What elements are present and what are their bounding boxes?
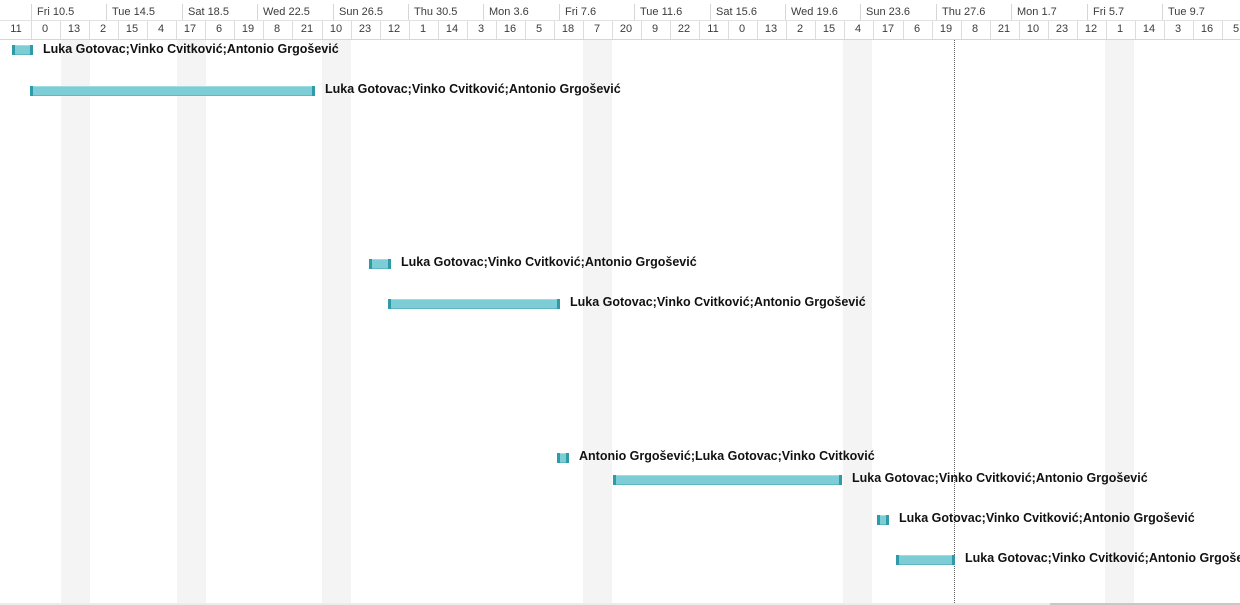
weekend-shading: [843, 40, 872, 605]
hour-tick-label: 16: [503, 23, 517, 35]
weekend-shading: [583, 40, 612, 605]
weekend-shading: [61, 40, 90, 605]
hour-tick-label: 1: [1116, 23, 1124, 35]
hour-tick-label: 17: [881, 23, 895, 35]
task-bar[interactable]: [12, 45, 33, 55]
hour-tick-label: 3: [477, 23, 485, 35]
hour-tick-label: 19: [241, 23, 255, 35]
week-label: Sat 18.5: [188, 6, 229, 18]
hour-tick-label: 1: [419, 23, 427, 35]
hour-tick-label: 21: [997, 23, 1011, 35]
week-label: Wed 22.5: [263, 6, 310, 18]
week-separator: [106, 4, 107, 20]
task-bar[interactable]: [896, 555, 955, 565]
week-separator: [257, 4, 258, 20]
hour-tick-label: 4: [854, 23, 862, 35]
hour-tick-label: 8: [971, 23, 979, 35]
week-label: Sat 15.6: [716, 6, 757, 18]
week-label: Thu 27.6: [942, 6, 986, 18]
week-separator: [1087, 4, 1088, 20]
week-label: Fri 7.6: [565, 6, 597, 18]
task-resource-label: Luka Gotovac;Vinko Cvitković;Antonio Grg…: [570, 295, 866, 309]
hour-tick-label: 9: [651, 23, 659, 35]
hour-tick-label: 8: [273, 23, 281, 35]
task-resource-label: Luka Gotovac;Vinko Cvitković;Antonio Grg…: [899, 511, 1195, 525]
week-separator: [1162, 4, 1163, 20]
task-bar[interactable]: [369, 259, 391, 269]
hour-tick-label: 12: [1084, 23, 1098, 35]
week-label: Fri 5.7: [1093, 6, 1125, 18]
hour-tick-label: 5: [535, 23, 543, 35]
hour-tick-label: 14: [445, 23, 459, 35]
timeline-header: Fri 10.5 Tue 14.5 Sat 18.5 Wed 22.5 Sun 26.5…: [0, 0, 1240, 40]
week-label: Tue 11.6: [640, 6, 683, 18]
task-bar[interactable]: [30, 86, 315, 96]
task-bar[interactable]: [613, 475, 842, 485]
week-separator: [860, 4, 861, 20]
hour-tick-label: 5: [1232, 23, 1240, 35]
hour-tick-label: 23: [1055, 23, 1069, 35]
weekend-shading: [322, 40, 351, 605]
task-resource-label: Luka Gotovac;Vinko Cvitković;Antonio Grg…: [852, 471, 1148, 485]
week-label: Thu 30.5: [414, 6, 458, 18]
weekend-shading: [177, 40, 206, 605]
task-resource-label: Luka Gotovac;Vinko Cvitković;Antonio Grg…: [401, 255, 697, 269]
week-label: Tue 9.7: [1168, 6, 1205, 18]
week-label: Sun 23.6: [866, 6, 911, 18]
hour-tick-label: 22: [677, 23, 691, 35]
hour-tick-label: 14: [1142, 23, 1156, 35]
week-label: Fri 10.5: [37, 6, 75, 18]
hour-tick-label: 10: [329, 23, 343, 35]
hour-tick-label: 0: [41, 23, 49, 35]
hour-tick-label: 2: [99, 23, 107, 35]
week-separator: [936, 4, 937, 20]
hour-tick-label: 6: [913, 23, 921, 35]
hour-tick-label: 20: [619, 23, 633, 35]
hour-tick-label: 23: [358, 23, 372, 35]
hour-tick-label: 0: [738, 23, 746, 35]
hour-tick-label: 13: [67, 23, 81, 35]
task-resource-label: Luka Gotovac;Vinko Cvitković;Antonio Grg…: [325, 82, 621, 96]
week-label: Tue 14.5: [112, 6, 156, 18]
hour-tick-label: 17: [183, 23, 197, 35]
hour-tick-label: 19: [939, 23, 953, 35]
week-separator: [710, 4, 711, 20]
hour-tick-label: 6: [215, 23, 223, 35]
week-separator: [559, 4, 560, 20]
task-bar[interactable]: [388, 299, 560, 309]
week-separator: [1011, 4, 1012, 20]
task-resource-label: Luka Gotovac;Vinko Cvitković;Antonio Grg…: [965, 551, 1240, 565]
hour-tick-label: 10: [1026, 23, 1040, 35]
week-label: Mon 3.6: [489, 6, 529, 18]
hour-tick-label: 4: [157, 23, 165, 35]
hour-tick-label: 13: [764, 23, 778, 35]
week-separator: [408, 4, 409, 20]
task-resource-label: Antonio Grgošević;Luka Gotovac;Vinko Cvi…: [579, 449, 875, 463]
header-divider: [0, 20, 1240, 21]
task-bar[interactable]: [877, 515, 889, 525]
hour-tick-label: 7: [593, 23, 601, 35]
hour-tick-label: 11: [707, 23, 719, 35]
hour-tick-label: 11: [10, 23, 22, 35]
hour-tick-label: 15: [822, 23, 836, 35]
week-separator: [31, 4, 32, 20]
hour-tick-label: 2: [796, 23, 804, 35]
hour-tick-label: 15: [125, 23, 139, 35]
week-label: Wed 19.6: [791, 6, 838, 18]
week-separator: [634, 4, 635, 20]
gantt-chart: Fri 10.5 Tue 14.5 Sat 18.5 Wed 22.5 Sun 26.5…: [0, 0, 1240, 605]
week-label: Sun 26.5: [339, 6, 384, 18]
hour-tick-label: 16: [1200, 23, 1214, 35]
hour-tick-label: 21: [300, 23, 314, 35]
week-separator: [182, 4, 183, 20]
week-separator: [483, 4, 484, 20]
hour-tick-label: 18: [561, 23, 575, 35]
hour-tick-label: 12: [387, 23, 401, 35]
hour-tick-label: 3: [1174, 23, 1182, 35]
task-resource-label: Luka Gotovac;Vinko Cvitković;Antonio Grg…: [43, 42, 339, 56]
week-separator: [785, 4, 786, 20]
week-separator: [333, 4, 334, 20]
task-bar[interactable]: [557, 453, 569, 463]
week-label: Mon 1.7: [1017, 6, 1057, 18]
